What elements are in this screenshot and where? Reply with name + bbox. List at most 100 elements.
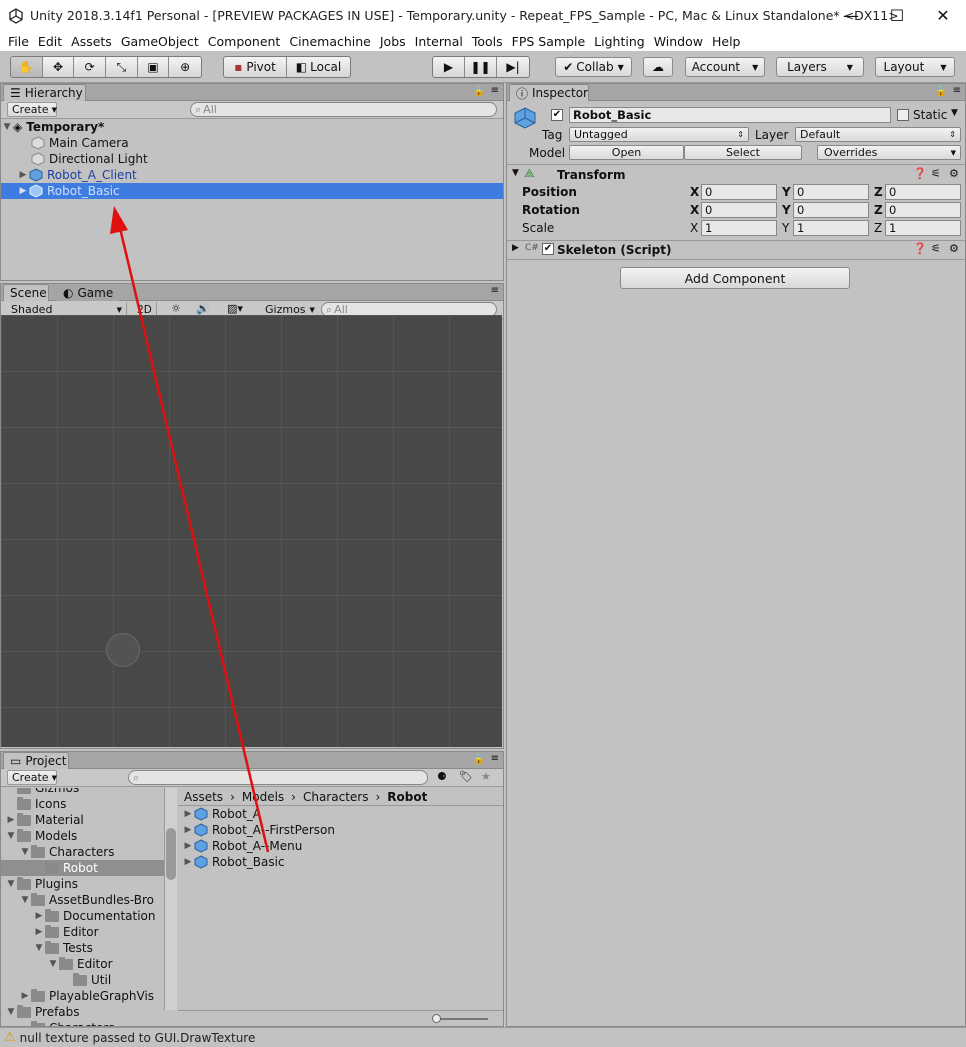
- panel-menu-icon[interactable]: ≡: [491, 285, 499, 296]
- settings-gear-icon[interactable]: ⚙: [949, 242, 959, 255]
- project-folder-row[interactable]: ▶ PlayableGraphVis: [1, 988, 164, 1004]
- expand-triangle-icon[interactable]: ▶: [512, 243, 519, 253]
- account-dropdown[interactable]: Account ▼: [685, 57, 765, 77]
- menu-assets[interactable]: Assets: [71, 34, 112, 49]
- skeleton-enabled-checkbox[interactable]: ✔: [542, 243, 554, 255]
- filter-by-type-icon[interactable]: ⚈: [437, 770, 447, 783]
- tab-project[interactable]: ▭ Project: [3, 752, 69, 769]
- project-folder-row[interactable]: ▼ AssetBundles-Bro: [1, 892, 164, 908]
- help-icon[interactable]: ❓: [913, 242, 927, 255]
- expand-triangle-icon[interactable]: ▶: [17, 170, 29, 180]
- menu-tools[interactable]: Tools: [472, 34, 503, 49]
- add-component-button[interactable]: Add Component: [620, 267, 850, 289]
- menu-jobs[interactable]: Jobs: [380, 34, 406, 49]
- expand-triangle-icon[interactable]: ▼: [33, 943, 45, 953]
- hierarchy-item-directional-light[interactable]: Directional Light: [1, 151, 503, 167]
- preset-icon[interactable]: ⚟: [931, 242, 941, 255]
- maximize-button[interactable]: ☐: [874, 0, 920, 31]
- asset-item[interactable]: ▶ Robot_A--FirstPerson: [182, 822, 335, 838]
- hierarchy-item-robot-a-client[interactable]: ▶ Robot_A_Client: [1, 167, 503, 183]
- tag-dropdown[interactable]: Untagged ⇕: [569, 127, 749, 142]
- pause-button-icon[interactable]: ❚❚: [465, 57, 497, 77]
- tab-hierarchy[interactable]: ☰ Hierarchy: [3, 84, 86, 101]
- project-folder-row[interactable]: Robot: [1, 860, 164, 876]
- hierarchy-create-button[interactable]: Create ▼: [7, 102, 57, 117]
- panel-menu-icon[interactable]: ≡: [953, 85, 961, 96]
- project-folder-row[interactable]: ▶ Editor: [1, 924, 164, 940]
- expand-triangle-icon[interactable]: ▶: [33, 911, 45, 921]
- expand-triangle-icon[interactable]: ▼: [19, 847, 31, 857]
- scene-root-row[interactable]: ▼ ◈ Temporary*: [1, 119, 503, 135]
- tree-scrollbar[interactable]: [164, 788, 177, 1010]
- lock-icon[interactable]: 🔒: [473, 86, 485, 97]
- minimize-button[interactable]: —: [828, 0, 874, 31]
- hierarchy-item-robot-basic[interactable]: ▶ Robot_Basic: [1, 183, 503, 199]
- menu-window[interactable]: Window: [654, 34, 703, 49]
- filter-by-label-icon[interactable]: 🏷: [459, 770, 473, 783]
- lock-icon[interactable]: 🔒: [473, 754, 485, 765]
- layer-dropdown[interactable]: Default ⇕: [795, 127, 961, 142]
- collab-dropdown[interactable]: ✔ Collab ▼: [555, 57, 632, 77]
- zoom-slider-thumb[interactable]: [432, 1014, 441, 1023]
- asset-item[interactable]: ▶ Robot_A--Menu: [182, 838, 303, 854]
- static-checkbox[interactable]: [897, 109, 909, 121]
- project-folder-row[interactable]: ▼ Prefabs: [1, 1004, 164, 1020]
- preset-icon[interactable]: ⚟: [931, 167, 941, 180]
- hand-tool-icon[interactable]: ✋: [11, 57, 43, 77]
- menu-file[interactable]: File: [8, 34, 29, 49]
- rect-tool-icon[interactable]: ▣: [138, 57, 170, 77]
- project-folder-row[interactable]: Icons: [1, 796, 164, 812]
- expand-triangle-icon[interactable]: ▶: [182, 857, 194, 867]
- project-folder-row[interactable]: ▼ Characters: [1, 844, 164, 860]
- local-button[interactable]: ◧ Local: [287, 57, 350, 77]
- chevron-down-icon[interactable]: ▼: [951, 108, 958, 118]
- panel-menu-icon[interactable]: ≡: [491, 753, 499, 764]
- scene-viewport[interactable]: [1, 315, 502, 747]
- menu-component[interactable]: Component: [208, 34, 281, 49]
- transform-tool-icon[interactable]: ⊕: [169, 57, 201, 77]
- expand-triangle-icon[interactable]: ▶: [33, 927, 45, 937]
- cloud-button-icon[interactable]: ☁: [643, 57, 673, 77]
- scale-tool-icon[interactable]: ⤡: [106, 57, 138, 77]
- tab-inspector[interactable]: ⓘ Inspector: [509, 84, 589, 101]
- panel-menu-icon[interactable]: ≡: [491, 85, 499, 96]
- status-message[interactable]: null texture passed to GUI.DrawTexture: [20, 1031, 256, 1045]
- expand-triangle-icon[interactable]: ▶: [182, 809, 194, 819]
- project-folder-row[interactable]: ▼ Editor: [1, 956, 164, 972]
- rotate-tool-icon[interactable]: ⟳: [74, 57, 107, 77]
- step-button-icon[interactable]: ▶|: [497, 57, 529, 77]
- zoom-slider[interactable]: [436, 1018, 488, 1020]
- project-folder-row[interactable]: Gizmos: [1, 788, 164, 796]
- project-folder-row[interactable]: ▼ Tests: [1, 940, 164, 956]
- menu-lighting[interactable]: Lighting: [594, 34, 645, 49]
- expand-triangle-icon[interactable]: ▶: [182, 841, 194, 851]
- rotation-z-field[interactable]: 0: [885, 202, 961, 218]
- menu-gameobject[interactable]: GameObject: [121, 34, 199, 49]
- hierarchy-search-input[interactable]: ⌕ All: [190, 102, 497, 117]
- position-z-field[interactable]: 0: [885, 184, 961, 200]
- lock-icon[interactable]: 🔒: [935, 86, 947, 97]
- object-name-field[interactable]: Robot_Basic: [569, 107, 891, 123]
- layout-dropdown[interactable]: Layout ▼: [875, 57, 955, 77]
- overrides-dropdown[interactable]: Overrides ▼: [817, 145, 961, 160]
- model-select-button[interactable]: Select: [684, 145, 802, 160]
- project-folder-row[interactable]: Util: [1, 972, 164, 988]
- project-folder-row[interactable]: ▼ Models: [1, 828, 164, 844]
- asset-item[interactable]: ▶ Robot_Basic: [182, 854, 285, 870]
- breadcrumb-assets[interactable]: Assets: [184, 790, 223, 804]
- move-tool-icon[interactable]: ✥: [43, 57, 75, 77]
- rotation-y-field[interactable]: 0: [793, 202, 869, 218]
- scale-y-field[interactable]: 1: [793, 220, 869, 236]
- project-folder-row[interactable]: Characters: [1, 1020, 164, 1026]
- skeleton-component-header[interactable]: ▶ C# ✔ Skeleton (Script) ❓ ⚟ ⚙: [507, 241, 965, 259]
- hierarchy-item-main-camera[interactable]: Main Camera: [1, 135, 503, 151]
- project-create-button[interactable]: Create ▼: [7, 770, 57, 785]
- expand-triangle-icon[interactable]: ▼: [5, 879, 17, 889]
- expand-triangle-icon[interactable]: ▼: [1, 122, 13, 132]
- tab-game[interactable]: ◐ Game: [57, 284, 119, 301]
- breadcrumb-robot[interactable]: Robot: [387, 790, 427, 804]
- expand-triangle-icon[interactable]: ▼: [47, 959, 59, 969]
- transform-header[interactable]: ▼ ⟁ Transform ❓ ⚟ ⚙: [507, 166, 965, 184]
- model-open-button[interactable]: Open: [569, 145, 684, 160]
- scale-x-field[interactable]: 1: [701, 220, 777, 236]
